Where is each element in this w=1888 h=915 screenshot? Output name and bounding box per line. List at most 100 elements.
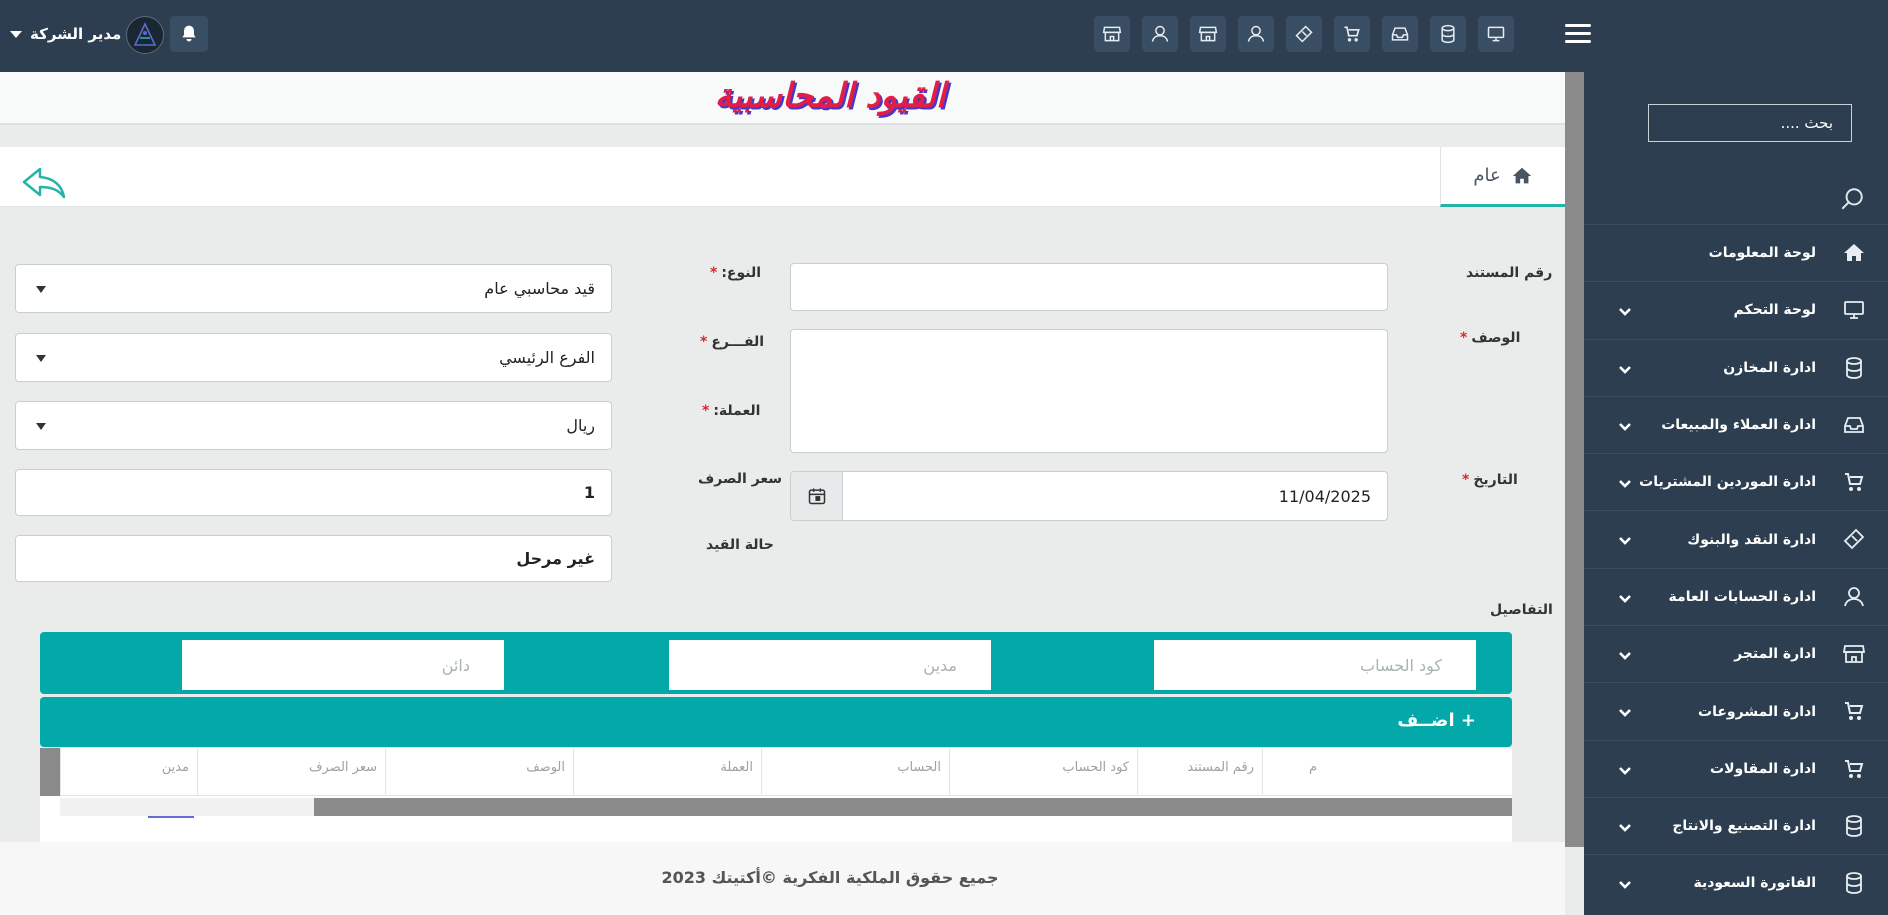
column-header[interactable]: كود الحساب [949,748,1137,796]
chevron-down-icon [1618,591,1631,603]
sidebar-item[interactable]: ادارة العملاء والمبيعات [1584,395,1888,453]
date-field[interactable]: 11/04/2025 [790,471,1388,521]
column-header[interactable]: مدين [60,748,197,796]
sidebar-item-label: ادارة التصنيع والانتاج [1672,818,1816,835]
sidebar-item-label: لوحة التحكم [1733,302,1816,319]
date-label: التاريخ* [1462,472,1518,488]
doc-number-input[interactable] [790,263,1388,311]
sidebar-item[interactable]: ادارة المخازن [1584,338,1888,396]
sidebar-search-input[interactable] [1648,104,1852,142]
table-scroll-handle[interactable] [40,748,60,796]
top-bar: مدير الشركة [0,0,1888,72]
calendar-icon [808,488,825,505]
back-arrow-icon[interactable] [20,165,68,201]
sidebar-item-label: ادارة الحسابات العامة [1668,588,1816,605]
branch-select[interactable]: الفرع الرئيسي [15,333,612,382]
sidebar-item[interactable]: ادارة التصنيع والانتاج [1584,796,1888,854]
add-row-label: + اضــف [1397,710,1476,731]
caret-down-icon [36,354,46,362]
ticket-icon[interactable] [1286,16,1322,52]
chevron-down-icon [1618,476,1631,489]
sidebar-item[interactable]: ادارة المقاولات [1584,739,1888,797]
vertical-scrollbar[interactable] [1565,72,1584,847]
doc-number-label: رقم المستند [1466,265,1553,281]
ticket-icon [1842,527,1868,553]
cart-icon [1842,699,1868,725]
type-select-value: قيد محاسبي عام [484,279,595,298]
sidebar-item[interactable]: لوحة المعلومات [1584,224,1888,281]
store-icon[interactable] [1190,16,1226,52]
exchange-rate-label: سعر الصرف [698,471,783,487]
column-header[interactable]: العملة [573,748,761,796]
sidebar-item[interactable]: ادارة النقد والبنوك [1584,510,1888,567]
search-icon[interactable] [1839,186,1865,212]
chevron-down-icon [1618,877,1631,890]
sidebar-item[interactable]: الفاتورة السعودية [1584,854,1888,911]
add-row-button[interactable]: + اضــف [40,697,1512,747]
sidebar-item[interactable]: ادارة المتجر [1584,625,1888,682]
currency-select[interactable]: ريال [15,401,612,450]
column-header[interactable]: الوصف [385,748,573,796]
sidebar-item[interactable]: ادارة الموردين المشتريات [1584,453,1888,510]
store-icon[interactable] [1094,16,1130,52]
branch-select-value: الفرع الرئيسي [499,348,595,367]
credit-input[interactable] [182,640,504,690]
sidebar-item[interactable]: ادارة الحسابات العامة [1584,567,1888,625]
chevron-down-icon [10,30,22,38]
currency-select-value: ريال [566,416,595,435]
status-value: غير مرحل [516,549,595,568]
type-label: النوع:* [710,265,762,281]
cart-icon [1842,470,1868,496]
account-code-input[interactable] [1154,640,1476,690]
horizontal-scrollbar-thumb[interactable] [314,798,1512,816]
avatar[interactable] [126,16,164,54]
sidebar-menu: لوحة المعلومات لوحة التحكم ادارة المخازن اد… [1584,224,1888,912]
footer: جميع حقوق الملكية الفكرية ©أكتيتك 2023 [0,842,1565,915]
column-header[interactable]: الحساب [761,748,949,796]
chevron-down-icon [1618,648,1631,660]
user-icon[interactable] [1238,16,1274,52]
sidebar-item-label: ادارة المخازن [1723,359,1816,376]
tabs-bar: عام [0,147,1565,207]
tab-general-label: عام [1473,165,1501,186]
inbox-icon[interactable] [1382,16,1418,52]
table-header: م رقم المستند كود الحساب الحساب العملة ا… [40,748,1512,796]
database-icon [1842,871,1868,897]
exchange-rate-input[interactable] [15,469,612,516]
database-icon [1842,356,1868,382]
page-title: القيود المحاسبية [714,76,946,116]
description-textarea[interactable] [790,329,1388,453]
tab-general[interactable]: عام [1440,147,1565,207]
sidebar-item-label: ادارة المقاولات [1710,760,1816,777]
calendar-button[interactable] [791,472,843,520]
scroll-marker [148,816,194,818]
branch-label: الفـــرع* [700,334,765,350]
type-select[interactable]: قيد محاسبي عام [15,264,612,313]
debit-input[interactable] [669,640,991,690]
user-menu[interactable]: مدير الشركة [10,22,121,46]
user-icon[interactable] [1142,16,1178,52]
cart-icon [1842,757,1868,783]
page-title-band: القيود المحاسبية [0,72,1565,125]
monitor-icon [1842,298,1868,324]
sidebar-item-label: ادارة الموردين المشتريات [1639,474,1816,491]
column-header[interactable]: رقم المستند [1137,748,1262,796]
details-label: التفاصيل [1490,602,1553,618]
inbox-icon [1842,413,1868,439]
sidebar-item[interactable]: لوحة التحكم [1584,281,1888,338]
database-icon [1842,814,1868,840]
currency-label: العملة:* [702,403,761,419]
monitor-icon[interactable] [1478,16,1514,52]
cart-icon[interactable] [1334,16,1370,52]
column-header[interactable]: م [1262,748,1325,796]
plus-icon: + [1460,710,1476,731]
database-icon[interactable] [1430,16,1466,52]
sidebar: لوحة المعلومات لوحة التحكم ادارة المخازن اد… [1584,72,1888,915]
column-header[interactable]: سعر الصرف [197,748,385,796]
notification-bell-icon[interactable] [170,16,208,52]
date-value: 11/04/2025 [1278,486,1371,506]
caret-down-icon [36,285,46,293]
sidebar-item[interactable]: ادارة المشروعات [1584,682,1888,739]
hamburger-menu-icon[interactable] [1565,24,1591,46]
sidebar-item-label: ادارة العملاء والمبيعات [1661,417,1816,434]
